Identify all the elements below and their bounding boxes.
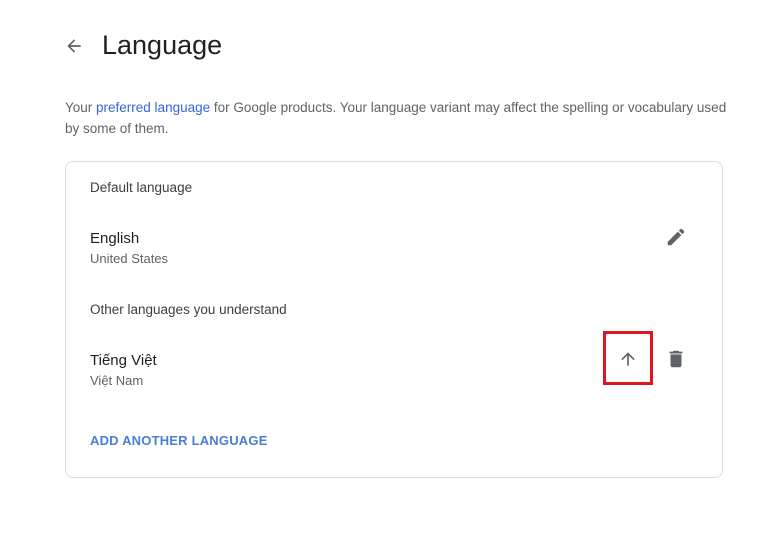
default-language-heading: Default language bbox=[90, 180, 193, 195]
delete-language-button[interactable] bbox=[664, 347, 688, 371]
back-button[interactable] bbox=[60, 32, 88, 60]
add-another-language-button[interactable]: ADD ANOTHER LANGUAGE bbox=[90, 433, 268, 448]
default-language-region: United States bbox=[90, 251, 169, 266]
language-card: Default language English United States O… bbox=[65, 161, 723, 478]
trash-icon bbox=[669, 350, 683, 368]
preferred-language-link[interactable]: preferred language bbox=[96, 100, 210, 115]
pencil-icon bbox=[667, 228, 685, 246]
move-up-button[interactable] bbox=[616, 347, 640, 371]
intro-text: Your preferred language for Google produ… bbox=[65, 97, 730, 139]
other-language-name: Tiếng Việt bbox=[90, 352, 157, 369]
page-title: Language bbox=[102, 30, 223, 60]
language-settings-page: Language Your preferred language for Goo… bbox=[0, 0, 778, 535]
arrow-back-icon bbox=[67, 39, 81, 53]
edit-language-button[interactable] bbox=[664, 225, 688, 249]
default-language-name: English bbox=[90, 230, 140, 247]
other-languages-heading: Other languages you understand bbox=[90, 302, 287, 317]
intro-prefix: Your bbox=[65, 100, 97, 115]
other-language-region: Việt Nam bbox=[90, 373, 144, 388]
arrow-up-icon bbox=[621, 352, 635, 366]
